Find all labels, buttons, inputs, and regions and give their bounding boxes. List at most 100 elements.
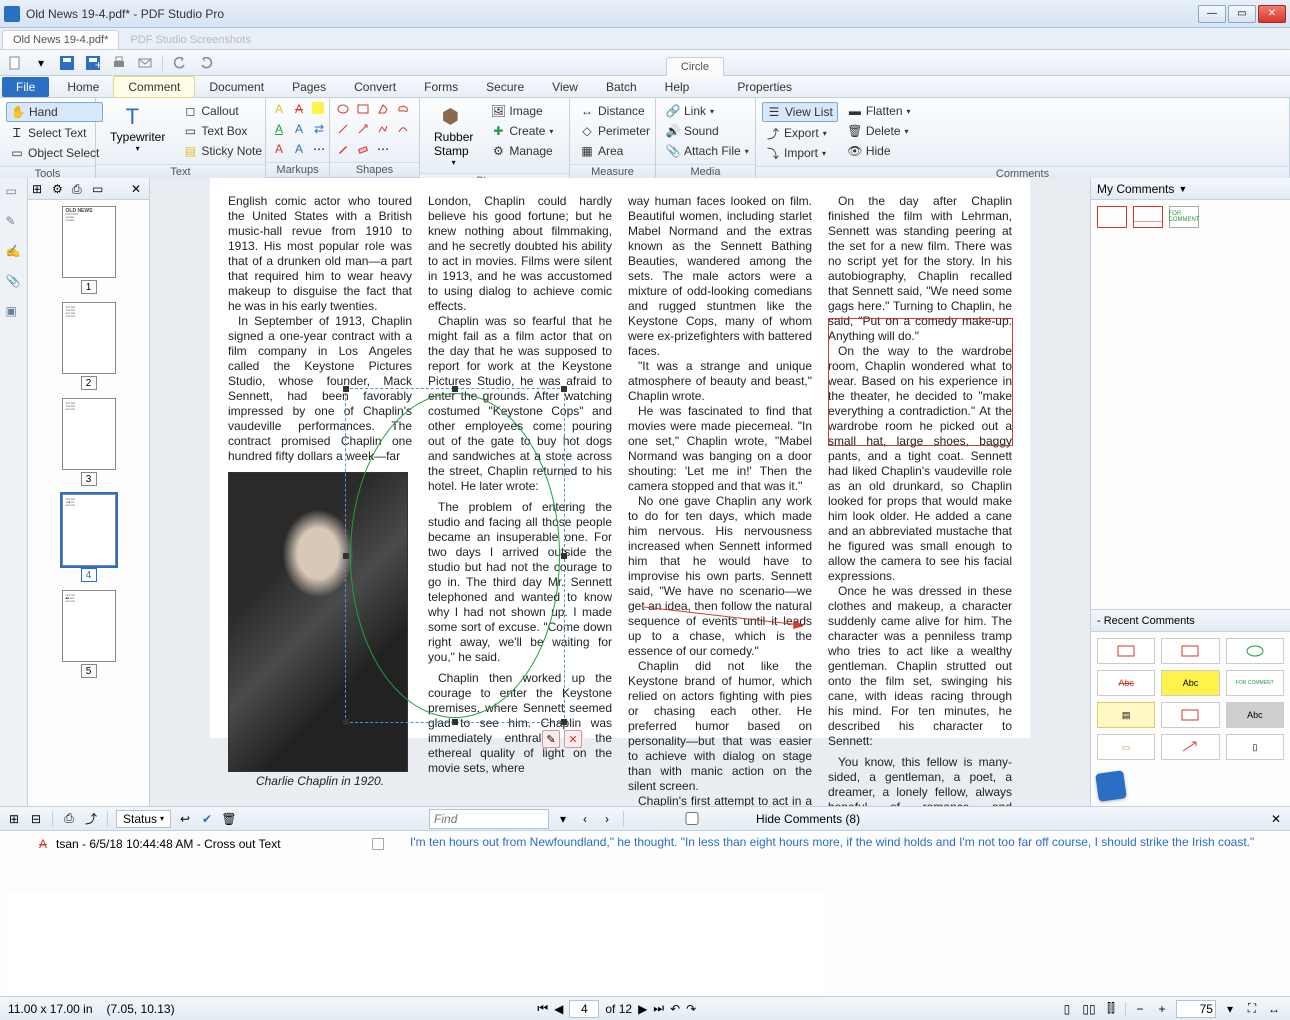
close-button[interactable]: ✕ bbox=[1258, 5, 1286, 23]
next-page-icon[interactable]: ▶ bbox=[638, 1002, 647, 1016]
layers-panel-icon[interactable]: ▣ bbox=[6, 304, 22, 320]
zoom-out-icon[interactable]: − bbox=[1132, 1001, 1148, 1017]
manage-stamps[interactable]: ⚙Manage bbox=[487, 142, 557, 160]
replace-icon[interactable]: ⇄ bbox=[312, 122, 326, 136]
prev-view-icon[interactable]: ↶ bbox=[670, 1002, 680, 1016]
page-thumb-2[interactable]: ▪▪▪▪ ▪▪▪▪▪▪▪▪ ▪▪▪▪▪▪▪▪ ▪▪▪▪▪▪▪▪ ▪▪▪▪ bbox=[62, 302, 116, 374]
close-comments-icon[interactable]: ✕ bbox=[1268, 811, 1284, 827]
current-page-input[interactable] bbox=[569, 1000, 599, 1018]
rc-sticky[interactable]: ▤ bbox=[1097, 702, 1155, 728]
image-stamp[interactable]: 🖼Image bbox=[487, 102, 557, 120]
eraser-shape[interactable] bbox=[356, 142, 370, 156]
delete-comments[interactable]: 🗑Delete ▾ bbox=[844, 122, 915, 140]
page-thumb-4[interactable]: ▪▪▪▪ ▪▪▪▪▪▪ ■ ▪▪▪▪▪▪▪ ▪▪▪▪ bbox=[62, 494, 116, 566]
area-highlight-icon[interactable] bbox=[312, 102, 324, 114]
hide-comments-toggle[interactable]: Hide Comments (8) bbox=[632, 812, 860, 826]
hide-comments-checkbox[interactable] bbox=[632, 812, 752, 825]
attachments-panel-icon[interactable]: 📎 bbox=[6, 274, 22, 290]
polyline-shape[interactable] bbox=[376, 122, 390, 136]
continuous-icon[interactable]: ▯▯ bbox=[1081, 1001, 1097, 1017]
facing-icon[interactable]: ⫿⫿ bbox=[1103, 1001, 1119, 1017]
document-view[interactable]: English comic actor who toured the Unite… bbox=[150, 178, 1090, 806]
redo-icon[interactable] bbox=[197, 54, 215, 72]
highlight-icon[interactable]: A bbox=[272, 102, 286, 116]
mc-square-icon[interactable] bbox=[1097, 206, 1127, 228]
menu-view[interactable]: View bbox=[538, 77, 592, 97]
arrow-shape[interactable] bbox=[356, 122, 370, 136]
rc-stamp1[interactable]: ▭ bbox=[1097, 734, 1155, 760]
export-comments[interactable]: ⤴Export ▾ bbox=[762, 124, 838, 142]
rc-square[interactable] bbox=[1097, 638, 1155, 664]
pages-panel-icon[interactable]: ▭ bbox=[6, 184, 22, 200]
next-view-icon[interactable]: ↷ bbox=[686, 1002, 696, 1016]
doc-tab-2[interactable]: PDF Studio Screenshots bbox=[119, 30, 261, 49]
expand-all-icon[interactable]: ⊞ bbox=[6, 811, 22, 827]
perimeter-tool[interactable]: ◇Perimeter bbox=[576, 122, 654, 140]
checkmark-icon[interactable]: ✔ bbox=[199, 811, 215, 827]
rc-forcomment[interactable]: FOR COMMENT bbox=[1226, 670, 1284, 696]
menu-properties[interactable]: Properties bbox=[723, 77, 806, 97]
signatures-panel-icon[interactable]: ✍ bbox=[6, 244, 22, 260]
menu-comment[interactable]: Comment bbox=[113, 76, 195, 98]
curve-shape[interactable] bbox=[396, 122, 410, 136]
collapse-all-icon[interactable]: ⊟ bbox=[28, 811, 44, 827]
underline-icon[interactable]: A bbox=[272, 122, 286, 136]
rc-square2[interactable] bbox=[1161, 638, 1219, 664]
sticky-note-tool[interactable]: ▤Sticky Note bbox=[179, 142, 266, 160]
context-tab-circle[interactable]: Circle bbox=[666, 57, 724, 76]
zoom-dropdown-icon[interactable]: ▾ bbox=[1222, 1001, 1238, 1017]
rc-page[interactable]: ▯ bbox=[1226, 734, 1284, 760]
rc-square3[interactable] bbox=[1161, 702, 1219, 728]
menu-document[interactable]: Document bbox=[195, 77, 278, 97]
thumb-options-icon[interactable]: ⚙ bbox=[52, 182, 66, 196]
select-text-tool[interactable]: ᏆSelect Text bbox=[6, 124, 103, 142]
page-thumb-3[interactable]: ▪▪▪▪ ▪▪▪▪▪▪▪▪ ▪▪▪▪▪▪▪▪ ▪▪▪▪ bbox=[62, 398, 116, 470]
find-dropdown-icon[interactable]: ▾ bbox=[555, 811, 571, 827]
first-page-icon[interactable]: ⏮ bbox=[537, 1001, 548, 1016]
email-icon[interactable] bbox=[136, 54, 154, 72]
find-next-icon[interactable]: › bbox=[599, 811, 615, 827]
import-comments[interactable]: ⤵Import ▾ bbox=[762, 144, 838, 162]
zoom-input[interactable] bbox=[1176, 1000, 1216, 1018]
menu-convert[interactable]: Convert bbox=[340, 77, 410, 97]
markup-more-icon[interactable]: ⋯ bbox=[312, 142, 326, 156]
find-comment-input[interactable] bbox=[429, 809, 549, 829]
hand-tool[interactable]: ✋Hand bbox=[6, 102, 103, 122]
page-thumb-5[interactable]: ▪▪▪▪ ▪▪▪▪■■ ▪▪▪▪▪▪▪▪ ▪▪▪▪ bbox=[62, 590, 116, 662]
link-tool[interactable]: 🔗Link ▾ bbox=[662, 102, 753, 120]
maximize-button[interactable]: ▭ bbox=[1228, 5, 1256, 23]
comment-row-crossout[interactable]: Atsan - 6/5/18 10:44:48 AM - Cross out T… bbox=[6, 835, 394, 853]
distance-tool[interactable]: ↔Distance bbox=[576, 102, 654, 120]
object-select-tool[interactable]: ▭Object Select bbox=[6, 144, 103, 162]
minimize-button[interactable]: — bbox=[1198, 5, 1226, 23]
single-page-icon[interactable]: ▯ bbox=[1059, 1001, 1075, 1017]
menu-forms[interactable]: Forms bbox=[410, 77, 472, 97]
pencil-shape[interactable] bbox=[336, 142, 350, 156]
thumb-more-icon[interactable]: ▭ bbox=[92, 182, 106, 196]
undo-icon[interactable] bbox=[171, 54, 189, 72]
rubber-stamp-tool[interactable]: ⬢Rubber Stamp▾ bbox=[426, 102, 481, 169]
shapes-more-icon[interactable]: ⋯ bbox=[376, 142, 390, 156]
my-comments-header[interactable]: My Comments▼ bbox=[1091, 178, 1290, 200]
mc-forcomment-icon[interactable]: FOR COMMENT bbox=[1169, 206, 1199, 228]
hide-comments[interactable]: 👁Hide bbox=[844, 142, 915, 160]
menu-help[interactable]: Help bbox=[651, 77, 704, 97]
edit-annotation-icon[interactable]: ✎ bbox=[542, 730, 560, 748]
circle-shape[interactable] bbox=[336, 102, 350, 116]
page-thumb-1[interactable]: OLD NEWS━━━━━━━▪▪▪▪▪▪▪▪▪▪▪▪▪▪▪▪ bbox=[62, 206, 116, 278]
menu-file[interactable]: File bbox=[2, 77, 49, 97]
export-comments-icon[interactable]: ⤴ bbox=[83, 811, 99, 827]
sound-tool[interactable]: 🔊Sound bbox=[662, 122, 753, 140]
delete-annotation-icon[interactable]: ✕ bbox=[564, 730, 582, 748]
zoom-in-icon[interactable]: + bbox=[1154, 1001, 1170, 1017]
comment-page-4[interactable]: ▾Page 4 bbox=[6, 893, 826, 996]
status-dropdown[interactable]: Status ▾ bbox=[116, 810, 171, 828]
prev-page-icon[interactable]: ◀ bbox=[554, 1002, 563, 1016]
rc-strikeout[interactable]: Abc bbox=[1097, 670, 1155, 696]
reply-icon[interactable]: ↩ bbox=[177, 811, 193, 827]
last-page-icon[interactable]: ⏭ bbox=[653, 1001, 664, 1016]
rc-circle[interactable] bbox=[1226, 638, 1284, 664]
thumb-close-icon[interactable]: ✕ bbox=[131, 182, 145, 196]
strikeout-icon[interactable]: A bbox=[292, 102, 306, 116]
delete-comment-icon[interactable]: 🗑 bbox=[221, 811, 237, 827]
